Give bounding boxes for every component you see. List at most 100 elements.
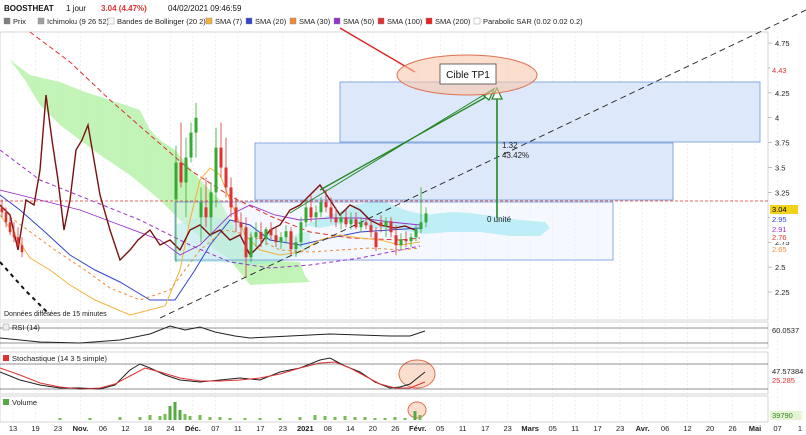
candle-body (359, 222, 363, 228)
price-tick-label: 2.5 (775, 263, 785, 272)
volume-bar (298, 417, 302, 420)
price-change: 3.04 (4.47%) (101, 4, 147, 13)
legend-swatch (289, 17, 297, 25)
chart-root: Cible TP1 1.32 43.42% 0 unité BOOSTHEAT … (0, 0, 806, 435)
volume-value: 39790 (772, 411, 793, 420)
candle-body (344, 217, 348, 225)
legend-swatch (425, 17, 433, 25)
legend-swatch (37, 17, 45, 25)
volume-bar (313, 415, 317, 420)
move-value: 1.32 (502, 141, 518, 150)
volume-bar (218, 417, 222, 420)
x-tick-label: 05 (436, 424, 444, 433)
x-tick-label: 18 (144, 424, 152, 433)
candle-body (16, 237, 20, 246)
candle-body (0, 207, 4, 213)
candle-body (334, 217, 338, 223)
candle-body (349, 219, 353, 225)
stoch-legend-swatch (3, 355, 9, 361)
symbol-text: BOOSTHEAT (4, 4, 54, 13)
rsi-panel (0, 321, 769, 349)
candle-body (279, 237, 283, 243)
candle-body (389, 221, 393, 233)
x-tick-label: 23 (504, 424, 512, 433)
volume-bar (188, 416, 192, 420)
candle-body (269, 229, 273, 236)
candle-body (259, 232, 263, 240)
candle-body (174, 162, 178, 200)
x-tick-label: 19 (31, 424, 39, 433)
legend-item: SMA (30) (299, 17, 331, 26)
candle-body (369, 225, 373, 233)
legend-swatch (205, 17, 213, 25)
stoch-value-d: 25.285 (772, 376, 795, 385)
price-badge: 2.65 (772, 245, 787, 254)
x-tick-label: 07 (211, 424, 219, 433)
candle-body (414, 229, 418, 238)
stoch-panel (0, 351, 769, 395)
volume-bar (343, 416, 347, 420)
candle-body (294, 242, 298, 250)
legend-swatch (245, 17, 253, 25)
stoch-label: Stochastique (14 3 5 simple) (12, 354, 108, 363)
timestamp: 04/02/2021 09:46:59 (168, 4, 242, 13)
legend-swatch (107, 17, 115, 25)
candle-body (194, 117, 198, 133)
x-tick-label: 12 (121, 424, 129, 433)
x-tick-label: Mars (521, 424, 539, 433)
legend-item: SMA (100) (387, 17, 423, 26)
volume-legend-swatch (3, 399, 9, 405)
volume-highlight (407, 401, 427, 419)
symbol: BOOSTHEAT (4, 4, 54, 13)
x-tick-label: 23 (279, 424, 287, 433)
volume-bar (198, 415, 202, 420)
volume-bar (413, 411, 417, 420)
volume-bar (323, 416, 327, 420)
candle-body (249, 237, 253, 258)
x-tick-label: 08 (324, 424, 332, 433)
x-tick-label: 05 (548, 424, 556, 433)
volume-bar (393, 417, 397, 420)
legend-item: SMA (20) (255, 17, 287, 26)
price-tick-label: 4 (775, 114, 779, 123)
x-tick-label: 24 (166, 424, 174, 433)
x-tick-label: 07 (773, 424, 781, 433)
zero-label: 0 unité (487, 215, 512, 224)
volume-bar (178, 410, 182, 420)
rsi-value: 60.0537 (772, 326, 799, 335)
legend-swatch (473, 17, 481, 25)
price-tick-label: 4.25 (775, 89, 790, 98)
legend-item: Ichimoku (9 26 52) (47, 17, 110, 26)
candle-body (12, 232, 16, 238)
price-tick-label: 4.75 (775, 39, 790, 48)
candle-body (299, 222, 303, 243)
x-tick-label: 17 (481, 424, 489, 433)
candle-body (204, 207, 208, 218)
x-tick-label: 26 (728, 424, 736, 433)
volume-bar (228, 418, 232, 420)
candle-body (274, 235, 278, 243)
volume-bar (158, 416, 162, 420)
volume-bar (333, 417, 337, 420)
candle-body (339, 217, 343, 223)
price-badge: 4.43 (772, 66, 787, 75)
candle-body (384, 221, 388, 227)
candle-body (374, 232, 378, 248)
candle-body (304, 207, 308, 223)
target-zone-mid (254, 142, 674, 201)
price-badge: 3.04 (772, 205, 787, 214)
x-tick-label: 17 (256, 424, 264, 433)
candle-body (419, 222, 423, 230)
volume-bar (118, 417, 122, 420)
x-tick-label: Avr. (636, 424, 650, 433)
legend-item: Prix (13, 17, 26, 26)
candle-body (354, 219, 358, 228)
volume-bar (88, 418, 92, 420)
volume-bar (163, 414, 167, 420)
x-tick-label: 11 (571, 424, 579, 433)
target-zone-top (339, 81, 761, 143)
x-tick-label: 17 (593, 424, 601, 433)
candle-body (4, 212, 8, 223)
candle-body (244, 227, 248, 258)
candle-body (20, 245, 24, 253)
